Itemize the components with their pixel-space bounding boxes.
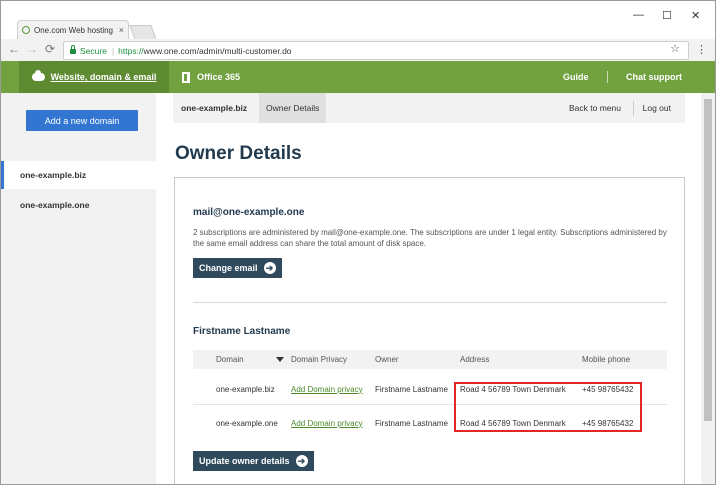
back-icon[interactable]: ← <box>8 42 20 56</box>
url-scheme: https:// <box>118 45 144 56</box>
lock-icon <box>70 45 76 54</box>
browser-menu-icon[interactable]: ⋮ <box>696 43 707 56</box>
nav-office-label: Office 365 <box>197 72 241 82</box>
email-section-description: 2 subscriptions are administered by mail… <box>193 228 667 248</box>
tab-owner-details[interactable]: Owner Details <box>259 93 327 123</box>
scrollbar-thumb[interactable] <box>704 99 712 421</box>
top-nav: Website, domain & email Office 365 Guide… <box>1 61 715 93</box>
sidebar: Add a new domain one-example.biz one-exa… <box>1 93 156 484</box>
arrow-right-icon: ➔ <box>295 455 308 467</box>
address-phone-highlight <box>454 382 642 432</box>
sidebar-item-one-example-biz[interactable]: one-example.biz <box>1 161 156 189</box>
cell-owner: Firstname Lastname <box>375 384 448 394</box>
logout-link[interactable]: Log out <box>643 93 671 123</box>
url-separator: | <box>111 45 115 56</box>
maximize-icon[interactable]: ☐ <box>662 9 672 22</box>
url-field[interactable]: Secure | https:// www.one.com/admin/mult… <box>63 41 689 60</box>
table-header: Domain Domain Privacy Owner Address Mobi… <box>193 350 667 369</box>
nav-chat-support[interactable]: Chat support <box>626 61 682 93</box>
email-section-title: mail@one-example.one <box>193 207 305 218</box>
nav-website-label: Website, domain & email <box>50 72 157 82</box>
column-domain-label: Domain <box>216 355 244 364</box>
nav-divider <box>607 71 608 83</box>
page-title: Owner Details <box>175 143 302 164</box>
add-domain-button[interactable]: Add a new domain <box>26 110 138 131</box>
subnav-domain[interactable]: one-example.biz <box>181 93 247 123</box>
update-owner-label: Update owner details <box>199 456 290 466</box>
title-bar: One.com Web hosting × — ☐ ✕ <box>1 1 715 40</box>
forward-icon[interactable]: → <box>26 42 38 56</box>
nav-office-365[interactable]: Office 365 <box>182 61 240 93</box>
window-close-icon[interactable]: ✕ <box>691 9 700 22</box>
add-domain-privacy-link[interactable]: Add Domain privacy <box>291 374 363 404</box>
favicon-icon <box>22 26 30 34</box>
cell-owner: Firstname Lastname <box>375 418 448 428</box>
new-tab-button[interactable] <box>129 25 157 40</box>
back-to-menu-link[interactable]: Back to menu <box>569 93 621 123</box>
sidebar-item-one-example-one[interactable]: one-example.one <box>1 191 156 219</box>
column-header-privacy: Domain Privacy <box>291 355 348 364</box>
office-icon <box>182 71 190 83</box>
update-owner-details-button[interactable]: Update owner details ➔ <box>193 451 314 471</box>
sort-caret-icon <box>275 357 284 362</box>
tab-title: One.com Web hosting <box>34 25 114 35</box>
nav-guide[interactable]: Guide <box>563 61 589 93</box>
cell-domain: one-example.biz <box>216 384 275 394</box>
column-header-owner: Owner <box>375 355 399 364</box>
cell-domain: one-example.one <box>216 418 278 428</box>
address-bar: ← → ⟳ Secure | https:// www.one.com/admi… <box>1 39 715 62</box>
column-header-domain[interactable]: Domain <box>216 350 284 369</box>
reload-icon[interactable]: ⟳ <box>45 42 55 56</box>
subnav-divider <box>633 101 634 116</box>
owner-section-title: Firstname Lastname <box>193 326 291 337</box>
nav-website-domain-email[interactable]: Website, domain & email <box>19 61 169 93</box>
column-header-address: Address <box>460 355 490 364</box>
tab-close-icon[interactable]: × <box>119 25 124 35</box>
browser-tab[interactable]: One.com Web hosting × <box>17 20 129 39</box>
sub-nav: one-example.biz Owner Details Back to me… <box>173 93 685 123</box>
owner-details-card: mail@one-example.one 2 subscriptions are… <box>174 177 685 484</box>
add-domain-privacy-link[interactable]: Add Domain privacy <box>291 408 363 438</box>
secure-label: Secure <box>80 45 107 56</box>
cloud-icon <box>31 70 45 81</box>
change-email-label: Change email <box>199 263 258 273</box>
arrow-right-icon: ➔ <box>263 262 276 274</box>
bookmark-star-icon[interactable]: ☆ <box>670 42 680 55</box>
change-email-button[interactable]: Change email ➔ <box>193 258 282 278</box>
browser-window: One.com Web hosting × — ☐ ✕ ← → ⟳ Secure… <box>0 0 716 485</box>
minimize-icon[interactable]: — <box>633 9 644 21</box>
section-divider <box>193 302 667 303</box>
column-header-phone: Mobile phone <box>582 355 631 364</box>
url-text: www.one.com/admin/multi-customer.do <box>143 45 292 56</box>
